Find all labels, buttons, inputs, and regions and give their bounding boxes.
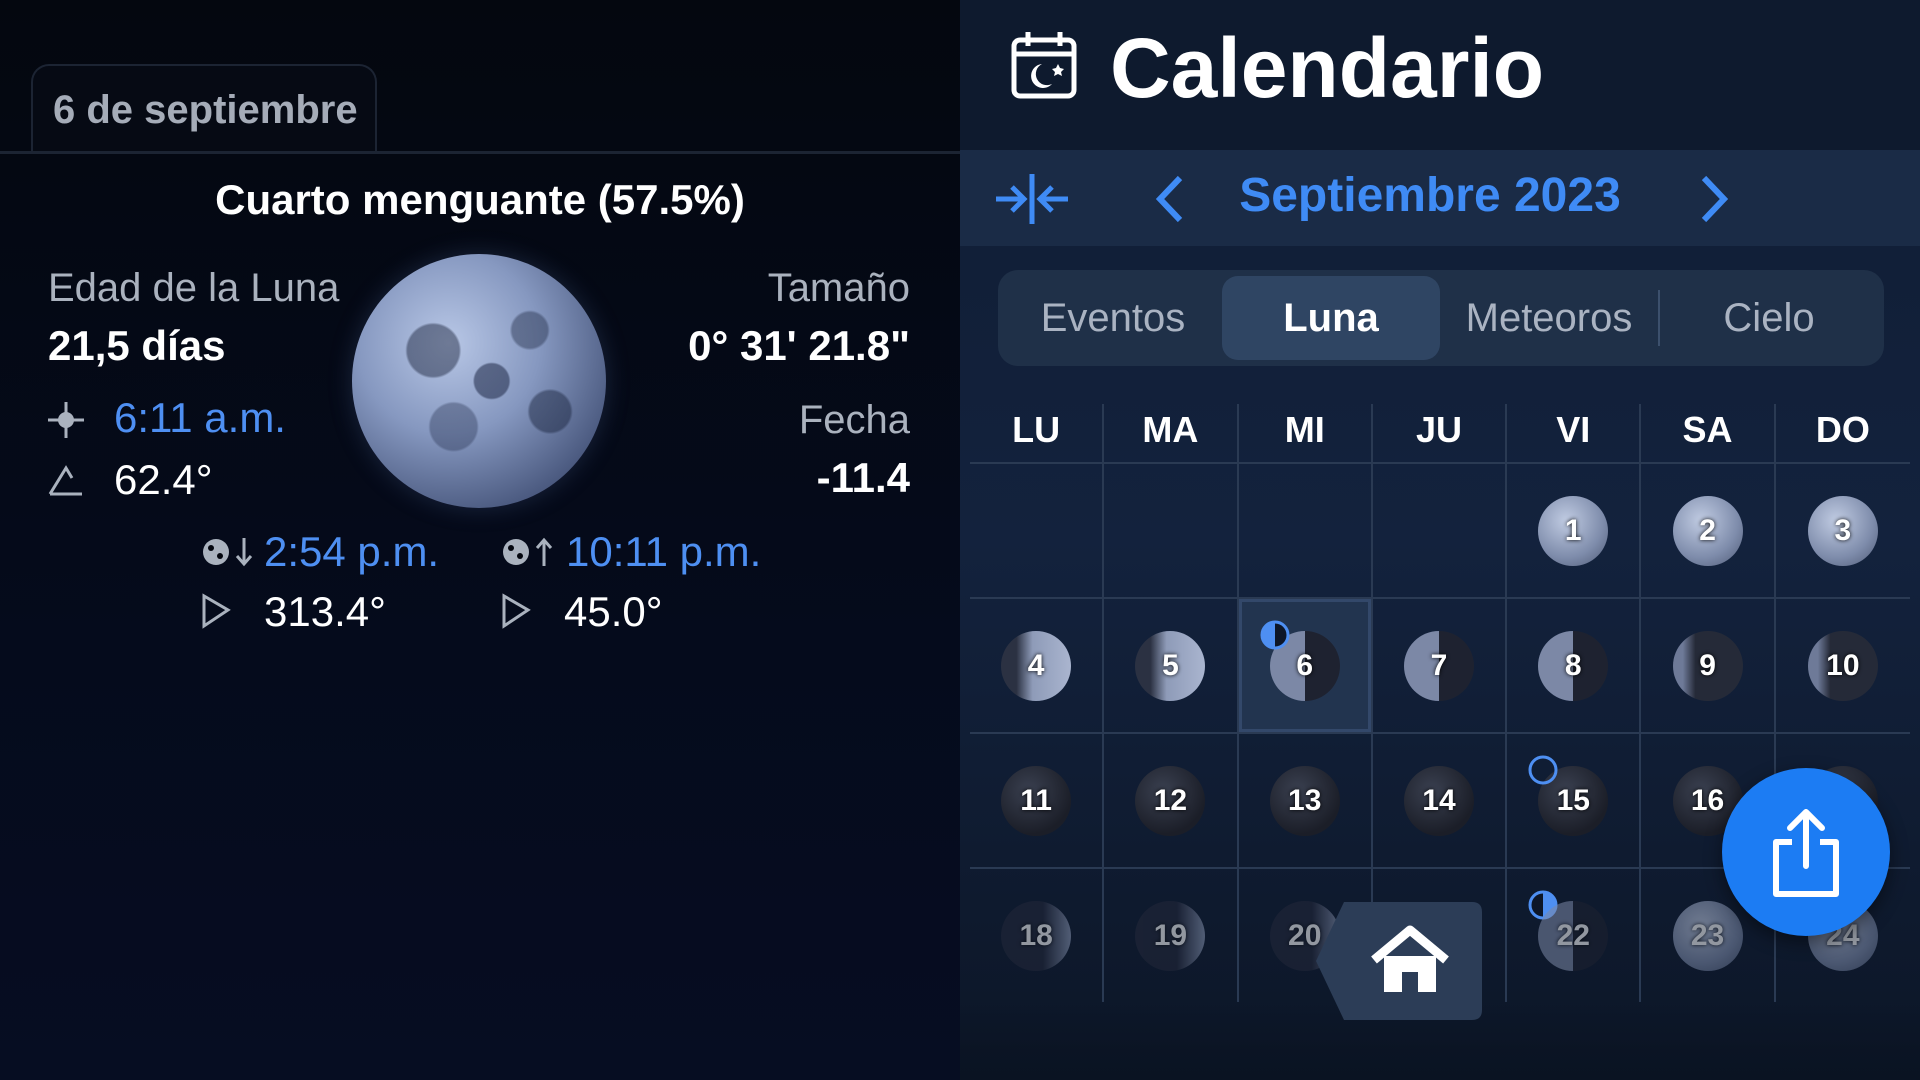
calendar-day-empty [1373,464,1508,597]
calendar-header: Calendario [960,0,1920,150]
calendar-week: 4 5 6 7 8 9 10 [970,597,1910,732]
moonset-icon [203,538,253,567]
weekday-label: DO [1815,409,1870,450]
chevron-right-icon[interactable] [1698,174,1732,224]
calendar-day[interactable]: 7 [1373,599,1508,732]
moon-image [352,254,606,508]
share-icon [1773,809,1839,897]
tab-eventos[interactable]: Eventos [1004,276,1222,360]
moon-detail-panel: 6 de septiembre Cuarto menguante (57.5%)… [0,0,960,1080]
moonrise-azimuth: 45.0° [564,588,663,635]
day-number: 19 [1135,900,1206,971]
moonset-time: 2:54 p.m. [264,528,440,575]
day-number: 8 [1538,630,1609,701]
calendar-day-empty [1239,464,1373,597]
moonrise-time: 10:11 p.m. [566,528,762,575]
moon-age-label: Edad de la Luna [48,266,340,310]
altitude-value: 62.4° [114,456,213,503]
calendar-day[interactable]: 8 [1507,599,1642,732]
weekday-label: MI [1239,404,1373,466]
calendar-day[interactable]: 5 [1104,599,1239,732]
phase-title: Cuarto menguante (57.5%) [215,176,745,223]
calendar-day[interactable]: 18 [970,869,1105,1002]
day-number: 2 [1672,495,1743,566]
date-tab-label: 6 de septiembre [53,87,358,132]
day-number: 1 [1538,495,1609,566]
weekday-label: LU [970,404,1105,466]
tab-divider [0,151,960,154]
calendar-day[interactable]: 1 [1507,464,1642,597]
calendar-day-empty [1104,464,1239,597]
calendar-day[interactable]: 12 [1104,734,1239,867]
transit-icon [48,402,84,438]
day-number: 18 [1001,900,1072,971]
month-navigation: Septiembre 2023 [960,150,1920,246]
tab-meteoros[interactable]: Meteoros [1440,276,1658,360]
calendar-title: Calendario [1110,21,1545,115]
day-number: 22 [1538,900,1609,971]
day-number: 10 [1807,630,1878,701]
calendar-day[interactable]: 19 [1104,869,1239,1002]
day-number: 7 [1403,630,1474,701]
calendar-day[interactable]: 2 [1641,464,1776,597]
calendar-panel: Calendario Septiembre 2023 Eventos Luna … [960,0,1920,1080]
date-tab[interactable]: 6 de septiembre [31,64,377,154]
date-value: -11.4 [816,454,910,501]
chevron-left-icon[interactable] [1152,174,1186,224]
last-quarter-icon [1260,620,1290,650]
day-number: 4 [1001,630,1072,701]
calendar-day[interactable]: 13 [1239,734,1373,867]
calendar-day[interactable]: 3 [1776,464,1910,597]
weekday-label: JU [1373,404,1508,466]
weekday-label: VI [1507,404,1642,466]
day-number: 9 [1672,630,1743,701]
home-button[interactable] [1314,900,1484,1022]
calendar-day[interactable]: 11 [970,734,1105,867]
day-number: 3 [1807,495,1878,566]
share-button[interactable] [1722,768,1890,936]
weekday-label: SA [1641,404,1776,466]
day-number: 23 [1672,900,1743,971]
calendar-day[interactable]: 10 [1776,599,1910,732]
tab-cielo[interactable]: Cielo [1660,276,1878,360]
moon-age-value: 21,5 días [48,322,226,369]
day-number: 14 [1403,765,1474,836]
day-number: 5 [1135,630,1206,701]
day-number: 11 [1001,765,1072,836]
transit-time: 6:11 a.m. [114,394,286,441]
weekday-label: MA [1104,404,1239,466]
tab-luna[interactable]: Luna [1222,276,1440,360]
set-azimuth-icon [202,593,231,629]
size-label: Tamaño [767,266,910,310]
calendar-day-selected[interactable]: 6 [1238,599,1373,732]
rise-azimuth-icon [502,593,531,629]
calendar-day-empty [970,464,1105,597]
date-label: Fecha [798,398,910,442]
calendar-day[interactable]: 22 [1507,869,1642,1002]
collapse-arrows-icon[interactable] [994,172,1070,226]
calendar-moon-icon [1011,32,1077,99]
new-moon-icon [1528,755,1558,785]
altitude-icon [48,465,82,496]
moonrise-icon [503,537,553,566]
weekday-header: LU MA MI JU VI SA DO [970,404,1910,466]
month-label: Septiembre 2023 [1239,169,1621,222]
calendar-week: 1 2 3 [970,462,1910,597]
calendar-day[interactable]: 9 [1641,599,1776,732]
day-number: 13 [1269,765,1340,836]
moonset-azimuth: 313.4° [264,588,386,635]
size-value: 0° 31' 21.8" [688,322,910,369]
calendar-day[interactable]: 15 [1507,734,1642,867]
calendar-day[interactable]: 14 [1373,734,1508,867]
calendar-tabs: Eventos Luna Meteoros Cielo [998,270,1884,366]
calendar-day[interactable]: 4 [970,599,1105,732]
day-number: 12 [1135,765,1206,836]
